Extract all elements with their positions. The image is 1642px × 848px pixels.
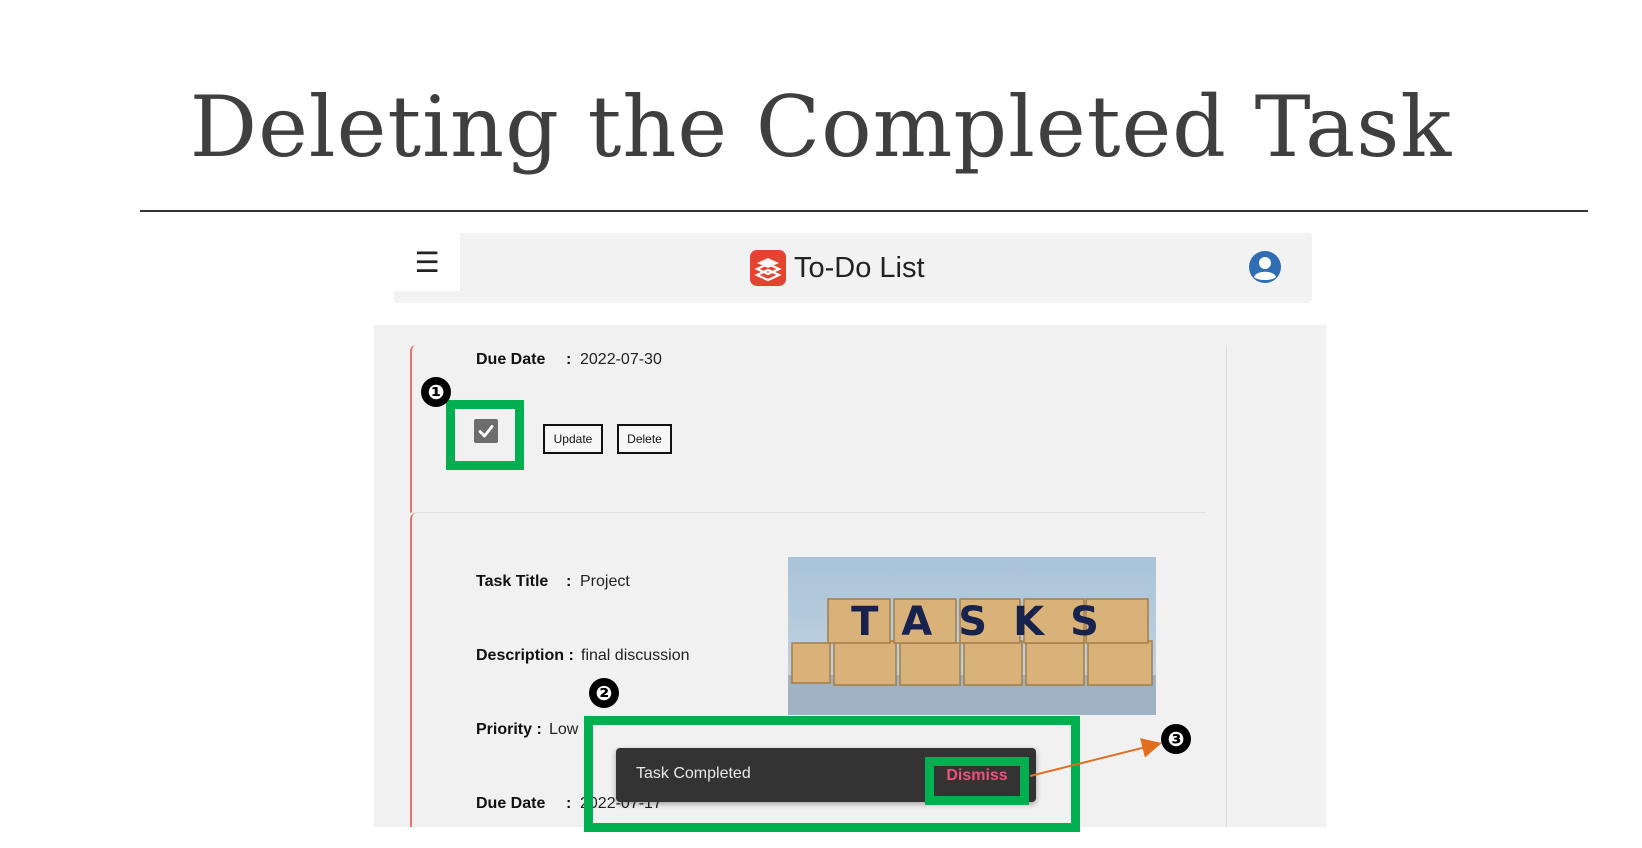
field-colon: : bbox=[566, 351, 572, 368]
due-date-value: 2022-07-30 bbox=[580, 351, 662, 368]
field-colon: : bbox=[566, 573, 572, 590]
task-title-value: Project bbox=[580, 573, 630, 590]
hamburger-icon: ☰ bbox=[414, 245, 440, 279]
slide-title: Deleting the Completed Task bbox=[189, 78, 1453, 176]
step-3-badge: ❸ bbox=[1161, 724, 1191, 754]
app-brand: To-Do List bbox=[750, 250, 925, 286]
priority-value: Low bbox=[549, 721, 579, 738]
todoist-logo-icon bbox=[750, 250, 786, 286]
title-divider bbox=[140, 210, 1588, 212]
panel-divider bbox=[1226, 345, 1227, 827]
highlight-dismiss bbox=[925, 757, 1029, 805]
due-date-label: Due Date bbox=[476, 351, 546, 368]
tasks-image-text: TASKS bbox=[851, 599, 1125, 645]
highlight-checkbox bbox=[446, 400, 524, 470]
user-account-icon[interactable] bbox=[1248, 250, 1282, 284]
delete-button[interactable]: Delete bbox=[617, 424, 672, 454]
description-label: Description : bbox=[476, 647, 574, 664]
hamburger-menu-button[interactable]: ☰ bbox=[394, 233, 460, 291]
app-title: To-Do List bbox=[794, 251, 925, 284]
description-value: final discussion bbox=[581, 647, 690, 664]
task-image: TASKS bbox=[788, 557, 1156, 715]
field-colon: : bbox=[566, 795, 572, 812]
task-title-label: Task Title bbox=[476, 573, 549, 590]
priority-label: Priority : bbox=[476, 721, 542, 738]
step-2-badge: ❷ bbox=[589, 678, 619, 708]
due-date-label: Due Date bbox=[476, 795, 546, 812]
step-1-badge: ❶ bbox=[421, 377, 451, 407]
task-card bbox=[410, 345, 1206, 513]
update-button[interactable]: Update bbox=[543, 424, 603, 454]
